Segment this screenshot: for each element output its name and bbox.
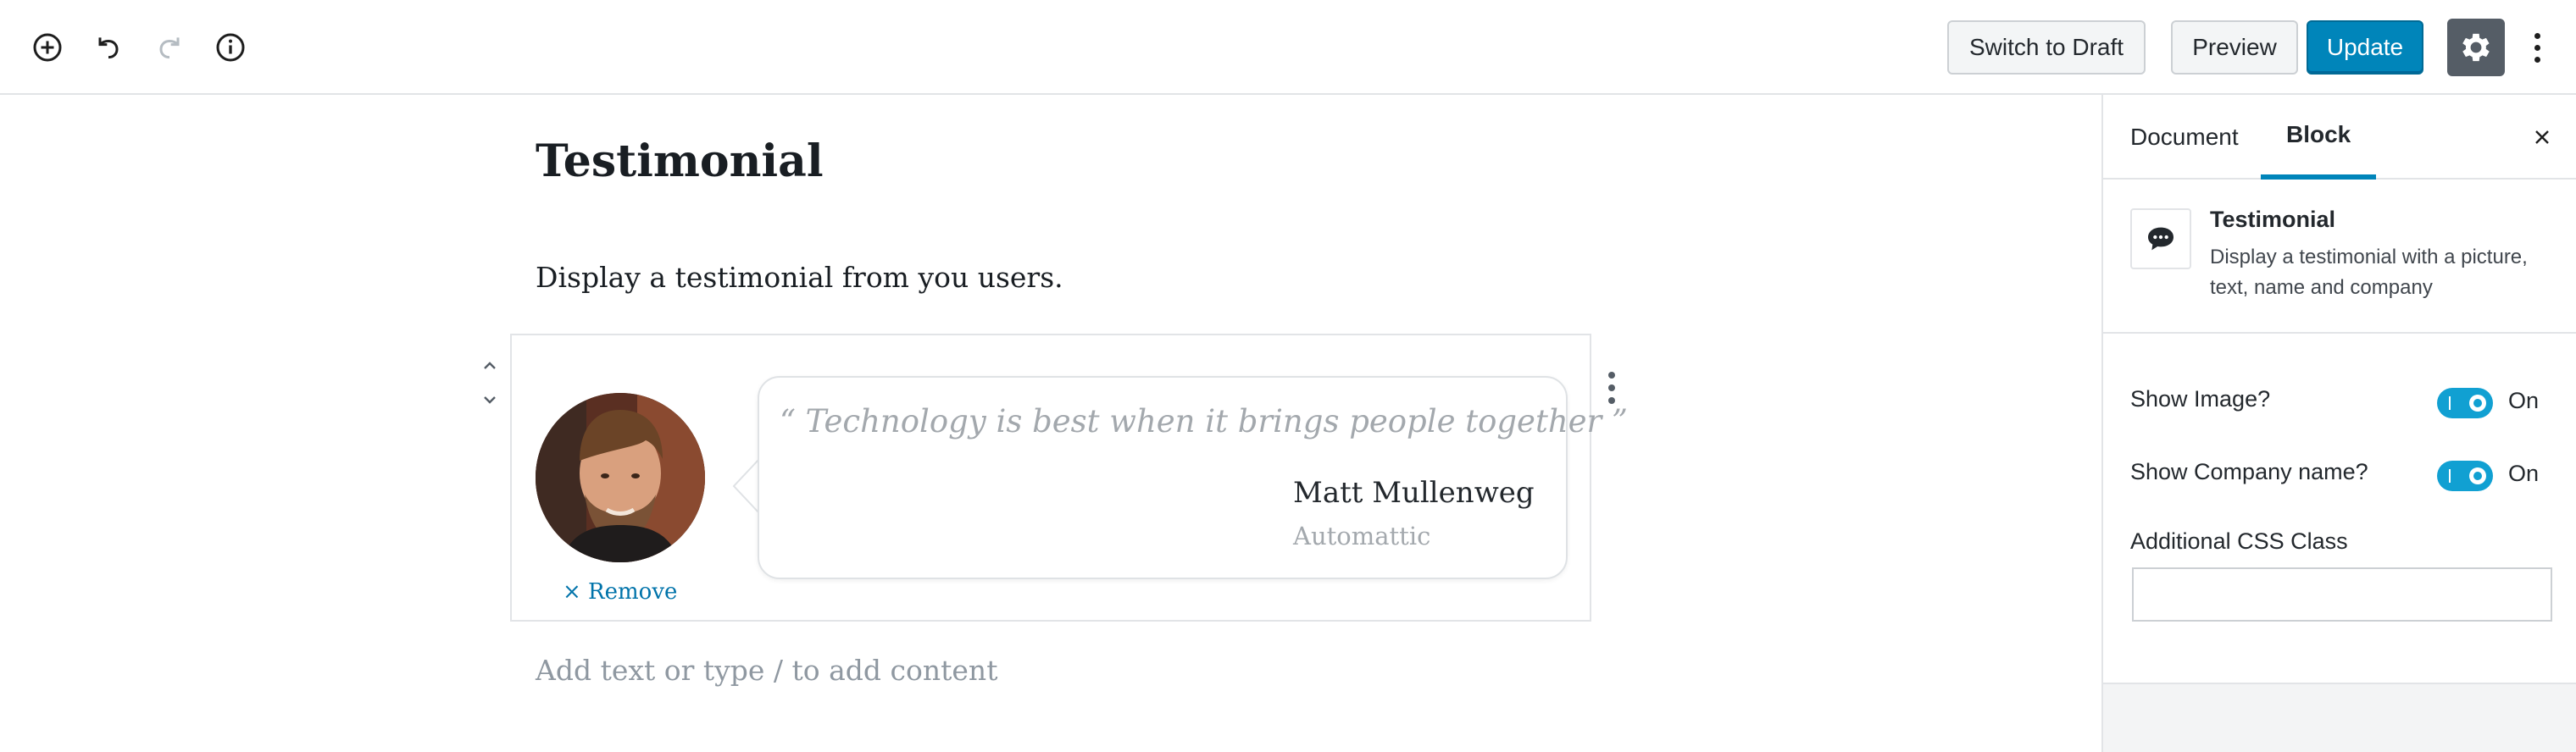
testimonial-quote[interactable]: “ Technology is best when it brings peop… — [780, 403, 1628, 440]
tab-document[interactable]: Document — [2130, 95, 2239, 180]
redo-button[interactable] — [146, 24, 193, 71]
testimonial-author-name[interactable]: Matt Mullenweg — [1293, 476, 1535, 510]
speech-bubble-icon — [2148, 227, 2174, 251]
testimonial-company[interactable]: Automattic — [1293, 522, 1430, 550]
settings-button[interactable] — [2447, 19, 2505, 76]
chevron-up-icon — [484, 362, 496, 369]
preview-button[interactable]: Preview — [2171, 20, 2298, 75]
testimonial-bubble: “ Technology is best when it brings peop… — [758, 376, 1628, 579]
switch-to-draft-button[interactable]: Switch to Draft — [1947, 20, 2146, 75]
show-company-label: Show Company name? — [2130, 459, 2368, 484]
more-tools-menu-button[interactable] — [2520, 22, 2554, 73]
block-type-icon-frame — [2130, 208, 2191, 269]
info-button[interactable] — [207, 24, 254, 71]
close-icon — [2535, 130, 2549, 144]
remove-image-link[interactable]: × Remove — [563, 579, 677, 605]
plus-circle-icon — [33, 33, 62, 62]
undo-button[interactable] — [85, 24, 132, 71]
author-photo — [536, 393, 705, 562]
vertical-ellipsis-icon — [1608, 372, 1615, 379]
move-up-button[interactable] — [476, 349, 503, 383]
show-company-state: On — [2508, 461, 2540, 486]
block-settings: Show Image? On Show Company name? On Add… — [2103, 334, 2576, 684]
testimonial-block[interactable]: × Remove “ Technology is best when it br… — [510, 334, 1628, 622]
move-down-button[interactable] — [476, 383, 503, 417]
default-block-appender[interactable]: Add text or type / to add content — [536, 654, 997, 687]
show-image-toggle[interactable] — [2437, 388, 2493, 418]
sidebar-panel: Document Block Testimonial Display a tes… — [2103, 95, 2576, 684]
gear-icon — [2462, 33, 2490, 62]
css-class-input[interactable] — [2132, 567, 2552, 622]
speech-bubble-tail — [732, 459, 759, 513]
tab-block[interactable]: Block — [2261, 95, 2377, 180]
block-movers — [476, 349, 503, 417]
info-icon — [216, 33, 245, 62]
block-more-options-button[interactable] — [1600, 364, 1624, 412]
editor-canvas: Testimonial Display a testimonial from y… — [0, 95, 2101, 752]
close-sidebar-button[interactable] — [2525, 120, 2559, 154]
vertical-ellipsis-icon — [2534, 32, 2540, 39]
sidebar-tabs: Document Block — [2103, 95, 2576, 180]
block-card-description: Display a testimonial with a picture, te… — [2210, 246, 2528, 299]
post-title[interactable]: Testimonial — [536, 135, 824, 187]
add-block-button[interactable] — [24, 24, 71, 71]
chevron-down-icon — [484, 396, 496, 404]
css-class-label: Additional CSS Class — [2130, 528, 2348, 554]
update-button[interactable]: Update — [2307, 20, 2423, 75]
show-company-toggle[interactable] — [2437, 461, 2493, 491]
undo-icon — [98, 37, 119, 59]
block-card: Testimonial Display a testimonial with a… — [2103, 181, 2576, 334]
show-image-label: Show Image? — [2130, 386, 2271, 412]
redo-icon — [159, 37, 180, 59]
settings-sidebar: Document Block Testimonial Display a tes… — [2101, 95, 2576, 752]
paragraph-block[interactable]: Display a testimonial from you users. — [536, 261, 1063, 294]
show-image-state: On — [2508, 388, 2540, 413]
block-card-title: Testimonial — [2210, 207, 2336, 232]
editor-header: Switch to Draft Preview Update — [0, 0, 2576, 95]
